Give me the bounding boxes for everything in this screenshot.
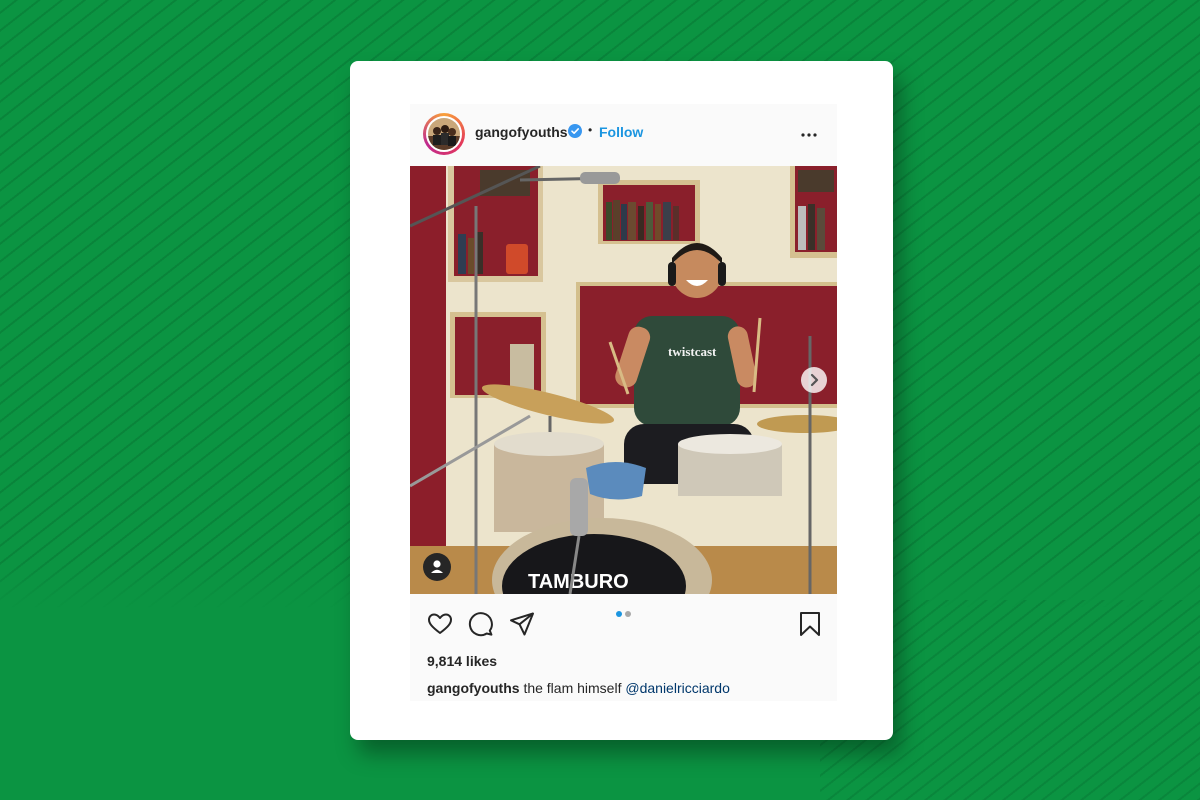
- paper-plane-icon[interactable]: [508, 610, 536, 638]
- carousel-indicator: [616, 611, 631, 617]
- post-header: gangofyouths • Follow: [410, 104, 837, 166]
- post-caption: gangofyouths the flam himself @danielric…: [427, 680, 730, 696]
- post-actions-bar: [410, 594, 837, 644]
- separator-dot: •: [588, 123, 593, 137]
- follow-button[interactable]: Follow: [599, 124, 643, 140]
- drummer-photo-illustration: twistcast TAMBURO: [410, 166, 837, 594]
- caption-text: the flam himself: [523, 680, 622, 696]
- instagram-post: gangofyouths • Follow twistcast TAMBURO …: [410, 104, 837, 701]
- user-tag-icon: [431, 560, 443, 573]
- chevron-right-icon: [810, 373, 819, 387]
- user-tag-button[interactable]: [423, 553, 451, 581]
- story-ring[interactable]: [423, 113, 465, 155]
- caption-mention-link[interactable]: @danielricciardo: [625, 680, 729, 696]
- carousel-dot: [625, 611, 631, 617]
- avatar[interactable]: [426, 116, 462, 152]
- heart-icon[interactable]: [426, 610, 454, 638]
- likes-count[interactable]: 9,814 likes: [427, 653, 497, 669]
- post-username[interactable]: gangofyouths: [475, 124, 568, 140]
- verified-badge-icon: [568, 124, 582, 138]
- post-photo[interactable]: twistcast TAMBURO: [410, 166, 837, 594]
- caption-username[interactable]: gangofyouths: [427, 680, 520, 696]
- carousel-dot-active: [616, 611, 622, 617]
- drum-logo-text: TAMBURO: [528, 571, 629, 593]
- carousel-next-button[interactable]: [801, 367, 827, 393]
- post-card: gangofyouths • Follow twistcast TAMBURO …: [350, 61, 893, 740]
- comment-icon[interactable]: [467, 610, 495, 638]
- more-options-icon[interactable]: [800, 126, 818, 144]
- shirt-text: twistcast: [668, 344, 717, 359]
- bookmark-icon[interactable]: [796, 610, 824, 638]
